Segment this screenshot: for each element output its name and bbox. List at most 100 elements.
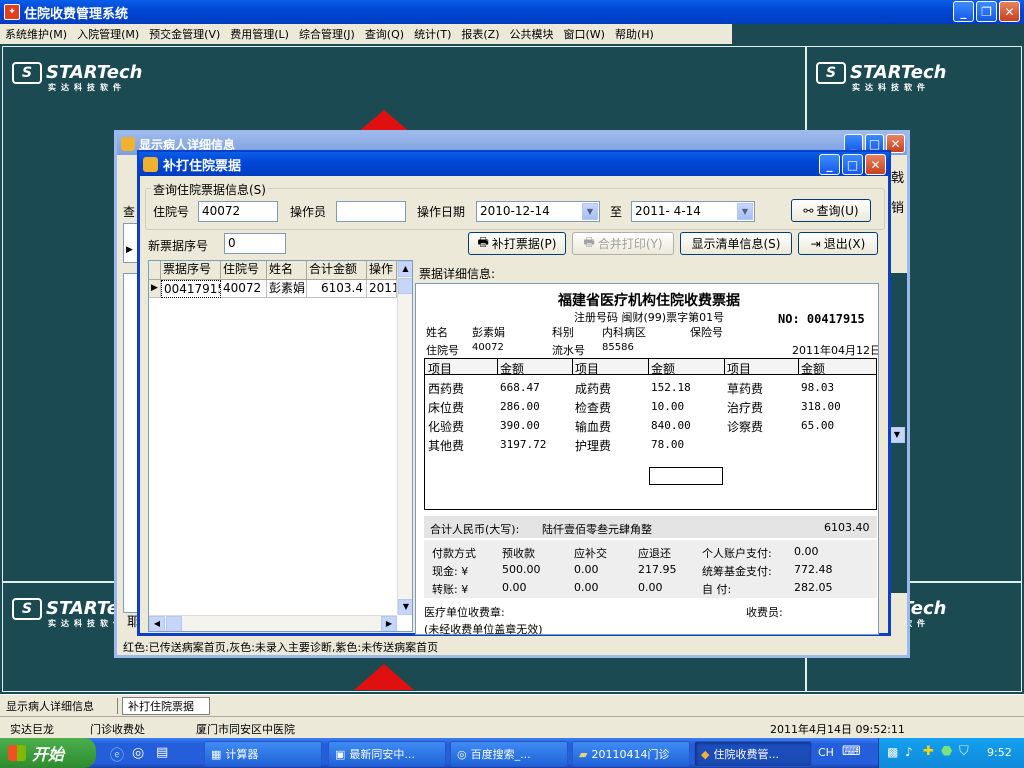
calculator-icon: ▦	[211, 747, 222, 761]
cell-name[interactable]: 彭素娟	[267, 280, 307, 298]
menu-deposit[interactable]: 预交金管理(V)	[144, 26, 225, 42]
table-row[interactable]: ▶ 00417915 40072 彭素娟 6103.4 2011	[149, 280, 397, 298]
app-minimize-button[interactable]: _	[953, 1, 974, 22]
query-button[interactable]: ⚯ 查询(U)	[791, 199, 871, 222]
scroll-right-icon[interactable]: ▶	[381, 616, 397, 631]
pay-cash: 772.48	[794, 563, 833, 576]
receipt-name-label: 姓名	[426, 326, 448, 339]
network-icon[interactable]: ▩	[887, 745, 898, 759]
empty-field-box	[649, 467, 723, 485]
pay-head: 个人账户支付:	[702, 547, 772, 560]
item-name: 西药费	[428, 382, 465, 396]
cell-total[interactable]: 6103.4	[307, 280, 367, 298]
receipt-dept: 内科病区	[602, 326, 646, 339]
col-divider	[648, 359, 649, 375]
pay-head: 应补交	[574, 547, 607, 560]
menu-public[interactable]: 公共模块	[505, 26, 559, 42]
receipt-inpatient: 40072	[472, 342, 504, 353]
pay-transfer: 282.05	[794, 581, 833, 594]
menu-fees[interactable]: 费用管理(L)	[225, 26, 294, 42]
exit-button[interactable]: ⇥ 退出(X)	[798, 232, 878, 255]
volume-icon[interactable]: ♪	[905, 745, 913, 759]
scroll-left-icon[interactable]: ◀	[149, 616, 165, 631]
menu-system[interactable]: 系统维护(M)	[0, 26, 72, 42]
dialog-minimize-button[interactable]: _	[819, 154, 840, 175]
taskbar-folder[interactable]: ▰ 20110414门诊	[572, 741, 690, 767]
menu-admission[interactable]: 入院管理(M)	[72, 26, 144, 42]
pay-cash: 统筹基金支付:	[702, 565, 772, 578]
operator-input[interactable]	[336, 201, 406, 222]
hscroll-thumb[interactable]	[166, 616, 182, 631]
total-label: 合计人民币(大写):	[430, 523, 520, 536]
keyboard-icon[interactable]: ⌨	[842, 744, 861, 759]
merge-print-button[interactable]: 🖶 合并打印(Y)	[572, 232, 674, 255]
pay-head: 预收款	[502, 547, 535, 560]
dialog-close-button[interactable]: ✕	[865, 154, 886, 175]
grid-col-inpatient-no[interactable]: 住院号	[221, 261, 267, 280]
menu-help[interactable]: 帮助(H)	[610, 26, 659, 42]
new-receipt-input[interactable]: 0	[224, 233, 286, 254]
item-name: 护理费	[575, 439, 612, 453]
show-list-button[interactable]: 显示清单信息(S)	[680, 232, 792, 255]
shield-icon[interactable]: ⛉	[959, 744, 969, 759]
item-amount: 152.18	[651, 381, 691, 394]
receipt-title: 福建省医疗机构住院收费票据	[558, 293, 740, 309]
item-amount: 840.00	[651, 419, 691, 432]
total-words: 陆仟壹佰零叁元肆角整	[542, 523, 652, 536]
item-amount: 10.00	[651, 400, 685, 413]
cell-operation[interactable]: 2011	[367, 280, 397, 298]
security-icon[interactable]: ✚	[923, 744, 934, 759]
grid-col-total[interactable]: 合计金额	[307, 261, 367, 280]
status-company: 实达巨龙	[10, 723, 54, 736]
pay-cash: 217.95	[638, 563, 677, 576]
start-button[interactable]: 开始	[0, 738, 96, 768]
grid-hscroll[interactable]: ◀ ▶	[149, 615, 397, 631]
taskbar-tongan[interactable]: ▣ 最新同安中...	[328, 741, 446, 767]
browser-icon: ◎	[457, 747, 467, 761]
menu-query[interactable]: 查询(Q)	[360, 26, 409, 42]
pay-transfer: 0.00	[502, 581, 527, 594]
menu-general[interactable]: 综合管理(J)	[294, 26, 360, 42]
app-restore-button[interactable]: ❐	[976, 1, 997, 22]
document-icon: ▣	[335, 747, 346, 761]
cell-inpatient-no[interactable]: 40072	[221, 280, 267, 298]
dialog-icon	[143, 156, 158, 172]
grid-col-receipt-no[interactable]: 票据序号	[161, 261, 221, 280]
pay-transfer: 自 付:	[702, 583, 732, 596]
reprint-button[interactable]: 🖶 补打票据(P)	[468, 232, 566, 255]
chevron-down-icon[interactable]: ▼	[737, 203, 753, 220]
grid-col-name[interactable]: 姓名	[267, 261, 307, 280]
scroll-thumb[interactable]	[398, 278, 412, 294]
mdi-tab-patient-detail[interactable]: 显示病人详细信息	[6, 698, 118, 714]
back-label-clipped-1: 查	[123, 205, 136, 219]
th-item-3: 项目	[727, 362, 752, 376]
receipt-note: (未经收费单位盖章无效)	[424, 623, 543, 635]
menu-stats[interactable]: 统计(T)	[409, 26, 456, 42]
inpatient-no-input[interactable]: 40072	[198, 201, 278, 222]
chevron-down-icon[interactable]: ▼	[582, 203, 598, 220]
grid-col-operation[interactable]: 操作	[367, 261, 397, 280]
ie-icon[interactable]: ⓔ	[110, 745, 124, 765]
taskbar-calculator[interactable]: ▦ 计算器	[204, 741, 322, 767]
app-close-button[interactable]: ✕	[999, 1, 1020, 22]
cell-receipt-no[interactable]: 00417915	[161, 280, 221, 298]
grid-vscroll[interactable]: ▲ ▼	[397, 261, 412, 615]
logo-top-left: S STARTech 实达科技软件	[12, 62, 142, 93]
lang-indicator[interactable]: CH	[818, 746, 834, 759]
scroll-up-icon[interactable]: ▲	[398, 261, 412, 277]
antivirus-icon[interactable]: ⬣	[941, 744, 952, 759]
date-from-select[interactable]: 2010-12-14 ▼	[476, 201, 600, 222]
browser-icon[interactable]: ◎	[132, 745, 144, 761]
scroll-down-icon[interactable]: ▼	[398, 599, 412, 615]
desktop-icon[interactable]: ▤	[156, 745, 168, 760]
mdi-tab-reprint[interactable]: 补打住院票据	[122, 697, 210, 715]
taskbar-billing-active[interactable]: ◆ 住院收费管...	[694, 741, 812, 767]
date-to-select[interactable]: 2011- 4-14 ▼	[631, 201, 755, 222]
menu-reports[interactable]: 报表(Z)	[456, 26, 504, 42]
pay-transfer: 0.00	[638, 581, 663, 594]
dialog-maximize-button[interactable]: □	[842, 154, 863, 175]
receipt-vscroll-stub[interactable]	[881, 423, 886, 443]
item-name: 诊察费	[727, 420, 764, 434]
taskbar-baidu[interactable]: ◎ 百度搜索_...	[450, 741, 568, 767]
menu-window[interactable]: 窗口(W)	[559, 26, 610, 42]
